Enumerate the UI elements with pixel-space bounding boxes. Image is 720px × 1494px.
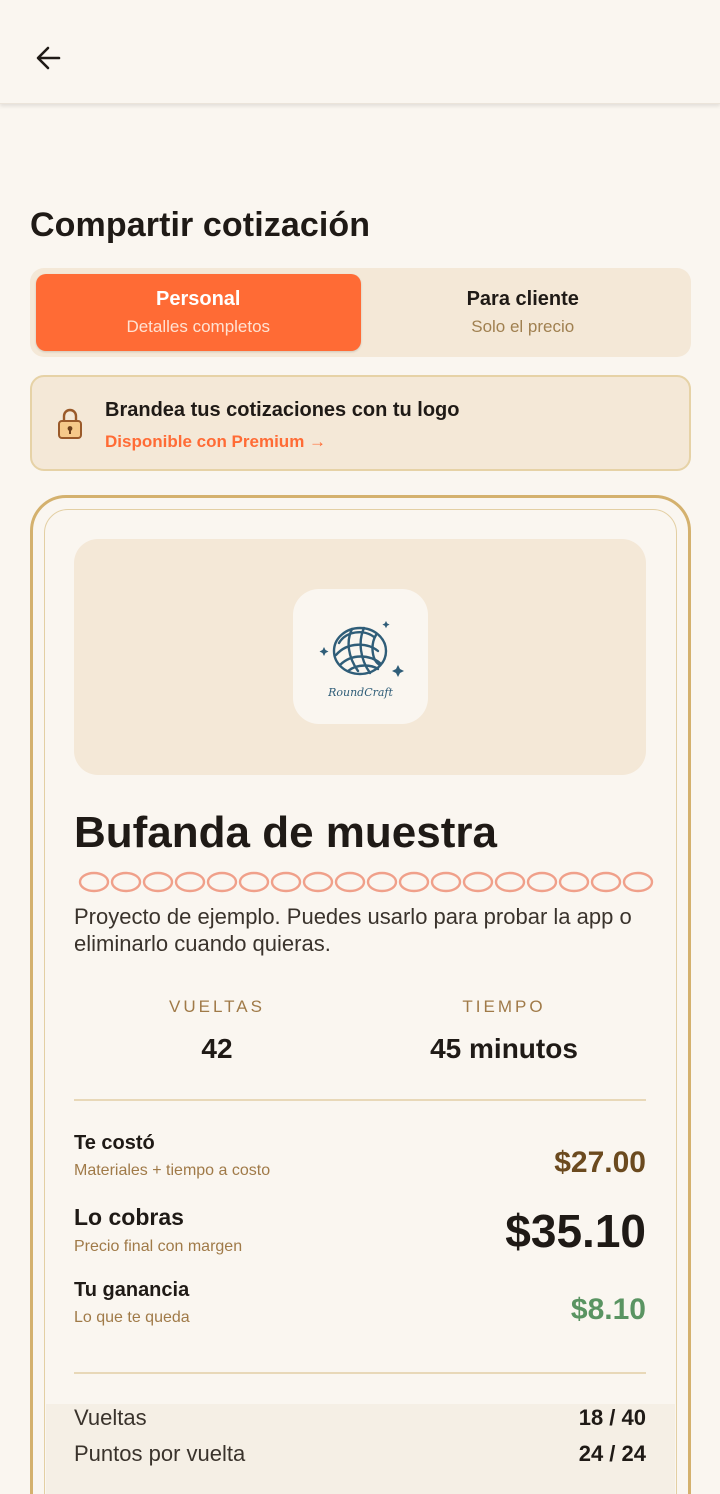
chain-link: [430, 871, 462, 893]
divider: [74, 1099, 646, 1101]
tab-personal-subtitle: Detalles completos: [126, 317, 271, 336]
price-label: Lo cobras: [74, 1204, 184, 1230]
tab-para-cliente[interactable]: Para cliente Solo el precio: [361, 274, 686, 351]
chain-link: [334, 871, 366, 893]
chain-stitch-decoration: [78, 871, 654, 893]
tab-para-cliente-subtitle: Solo el precio: [471, 317, 575, 336]
stat-label: VUELTAS: [169, 997, 265, 1016]
chain-link: [238, 871, 270, 893]
premium-link[interactable]: Disponible con Premium →: [105, 432, 326, 452]
detail-value: 24 / 24: [578, 1441, 646, 1466]
project-title: Bufanda de muestra: [74, 808, 497, 857]
chain-link: [622, 871, 654, 893]
tab-personal[interactable]: Personal Detalles completos: [36, 274, 361, 351]
chain-link: [78, 871, 110, 893]
chain-link: [174, 871, 206, 893]
premium-banner-title: Brandea tus cotizaciones con tu logo: [105, 399, 460, 421]
tab-para-cliente-title: Para cliente: [466, 288, 579, 310]
chain-link: [366, 871, 398, 893]
detail-label: Puntos por vuelta: [74, 1441, 246, 1466]
page-title: Compartir cotización: [30, 206, 371, 244]
profit-value: $8.10: [570, 1293, 646, 1326]
chain-link: [590, 871, 622, 893]
quote-mode-switch: Personal Detalles completos Para cliente…: [30, 268, 691, 357]
logo-text: RoundCraft: [328, 686, 393, 699]
stat-value: 42: [201, 1033, 233, 1064]
profit-sublabel: Lo que te queda: [74, 1309, 190, 1326]
cost-sublabel: Materiales + tiempo a costo: [74, 1162, 271, 1179]
chain-link: [110, 871, 142, 893]
back-button[interactable]: [26, 36, 70, 80]
arrow-left-icon: [36, 46, 61, 70]
cost-value: $27.00: [554, 1146, 646, 1179]
chain-link: [462, 871, 494, 893]
stat-label: TIEMPO: [462, 997, 546, 1016]
lock-icon: [58, 408, 82, 439]
chain-link: [206, 871, 238, 893]
chain-link: [142, 871, 174, 893]
price-sublabel: Precio final con margen: [74, 1238, 243, 1255]
tab-personal-title: Personal: [156, 288, 241, 310]
price-value: $35.10: [505, 1205, 646, 1257]
detail-label: Vueltas: [74, 1405, 147, 1430]
premium-banner[interactable]: Brandea tus cotizaciones con tu logo Dis…: [30, 375, 691, 471]
chain-link: [494, 871, 526, 893]
top-app-bar: [0, 0, 720, 104]
project-description: Proyecto de ejemplo. Puedes usarlo para …: [74, 904, 632, 956]
stat-vueltas: VUELTAS 42: [140, 997, 294, 1065]
chain-link: [302, 871, 334, 893]
stat-tiempo: TIEMPO 45 minutos: [404, 997, 604, 1065]
chain-link: [526, 871, 558, 893]
stat-value: 45 minutos: [430, 1033, 578, 1064]
chain-link: [398, 871, 430, 893]
app-logo: RoundCraft: [293, 589, 428, 724]
chain-link: [558, 871, 590, 893]
profit-label: Tu ganancia: [74, 1279, 190, 1301]
chain-link: [270, 871, 302, 893]
divider: [74, 1372, 646, 1374]
cost-label: Te costó: [74, 1132, 155, 1154]
detail-value: 18 / 40: [578, 1405, 646, 1430]
